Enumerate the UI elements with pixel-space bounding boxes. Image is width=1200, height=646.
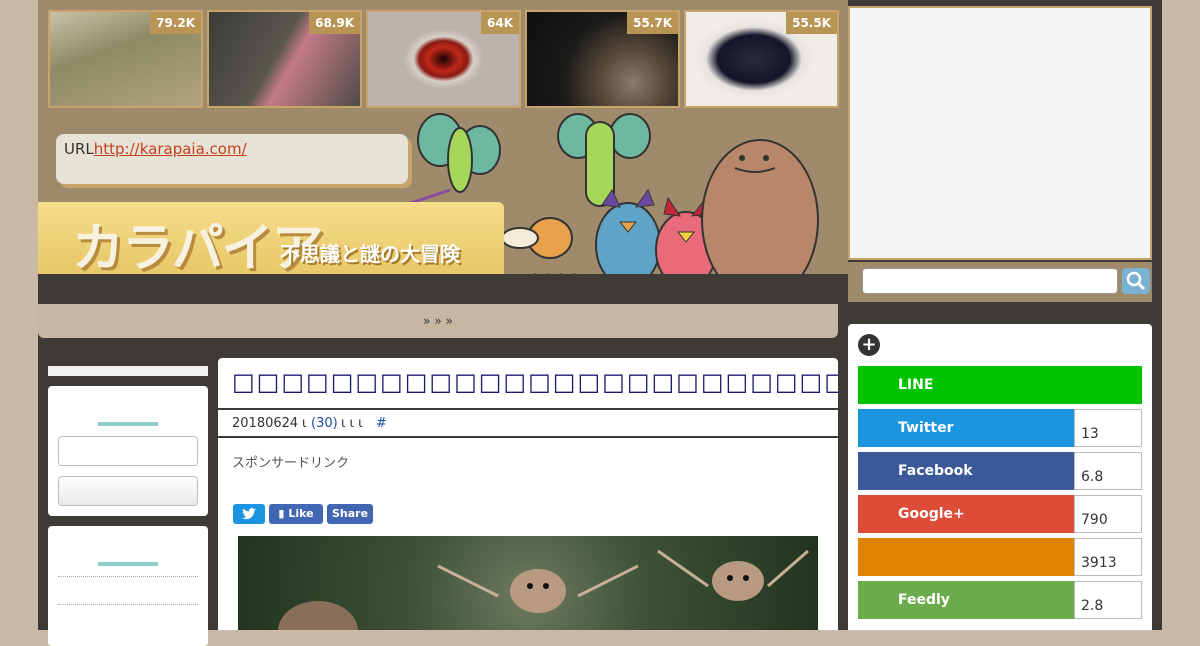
sidebar-list-widget — [48, 526, 208, 646]
feedly-follow-button[interactable]: Feedly — [858, 581, 1074, 619]
spider-photo — [278, 549, 809, 630]
sidebar-top-bar — [48, 366, 208, 376]
url-label: URL — [64, 140, 94, 158]
search-input[interactable] — [862, 268, 1118, 294]
fairy-mascot-icon — [557, 113, 651, 207]
breadcrumb[interactable]: » » » — [38, 304, 838, 338]
plus-icon[interactable]: + — [858, 334, 880, 356]
feedly-follow-count: 2.8 — [1074, 581, 1142, 619]
bookmark-share-count: 3913 — [1074, 538, 1142, 576]
sidebar-search-field[interactable] — [58, 436, 198, 466]
popular-thumb-1[interactable]: 79.2K — [48, 10, 203, 108]
search-icon — [1126, 271, 1146, 291]
widget-accent-line — [98, 422, 158, 426]
twitter-bird-icon — [242, 508, 256, 520]
view-count-badge: 68.9K — [309, 12, 360, 34]
site-url-link[interactable]: http://karapaia.com/ — [94, 140, 247, 158]
article-main-image — [238, 536, 818, 630]
facebook-share-button[interactable]: Share — [327, 504, 373, 524]
like-label: Like — [288, 507, 314, 520]
sidebar-search-button[interactable] — [58, 476, 198, 506]
popular-thumb-2[interactable]: 68.9K — [207, 10, 362, 108]
popular-thumb-4[interactable]: 55.7K — [525, 10, 680, 108]
view-count-badge: 55.5K — [786, 12, 837, 34]
list-divider — [58, 576, 198, 577]
sponsored-link-label: スポンサードリンク — [232, 456, 350, 471]
twitter-share-count: 13 — [1074, 409, 1142, 447]
popular-thumb-3[interactable]: 64K — [366, 10, 521, 108]
list-divider — [58, 604, 198, 605]
article-title[interactable]: □□□□□□□□□□□□□□□□□□□□□□□□□□□□□□□□□□□□□□□ — [232, 368, 838, 396]
article-date: 20180624 — [232, 416, 299, 431]
googleplus-share-count: 790 — [1074, 495, 1142, 533]
url-line: URLhttp://karapaia.com/ — [64, 140, 247, 158]
hashtag-link[interactable]: # — [376, 416, 387, 431]
googleplus-share-button[interactable]: Google+ — [858, 495, 1074, 533]
facebook-share-button-side[interactable]: Facebook — [858, 452, 1074, 490]
comment-count-link[interactable]: (30) — [311, 416, 338, 431]
search-button[interactable] — [1122, 268, 1150, 294]
popular-thumbnails: 79.2K 68.9K 64K 55.7K 55.5K — [48, 10, 839, 108]
thumbs-up-icon: ▮ — [278, 507, 285, 520]
url-box: URLhttp://karapaia.com/ — [56, 134, 408, 184]
tweet-button[interactable] — [233, 504, 265, 524]
line-share-button[interactable]: LINE — [858, 366, 1142, 404]
blue-bird-icon — [595, 188, 661, 288]
bookmark-share-button[interactable] — [858, 538, 1074, 576]
view-count-badge: 64K — [481, 12, 519, 34]
meta-separator: ι — [302, 416, 307, 431]
view-count-badge: 55.7K — [627, 12, 678, 34]
article-meta: 20180624 ι (30) ι ι ι # — [218, 408, 838, 438]
meta-separator: ι ι ι — [341, 416, 363, 431]
article-card: □□□□□□□□□□□□□□□□□□□□□□□□□□□□□□□□□□□□□□□ … — [218, 358, 838, 630]
site-logo[interactable]: カラパイア 不思議と謎の大冒険 — [38, 202, 504, 279]
advertisement-box[interactable] — [848, 6, 1152, 260]
view-count-badge: 79.2K — [150, 12, 201, 34]
header-divider — [38, 274, 848, 304]
facebook-like-button[interactable]: ▮ Like — [269, 504, 323, 524]
facebook-share-count: 6.8 — [1074, 452, 1142, 490]
logo-tagline: 不思議と謎の大冒険 — [280, 242, 460, 266]
share-label: Share — [331, 507, 369, 520]
widget-accent-line — [98, 562, 158, 566]
sidebar-search-widget — [48, 386, 208, 516]
fairy-mascot-icon — [404, 113, 501, 207]
twitter-share-button[interactable]: Twitter — [858, 409, 1074, 447]
popular-thumb-5[interactable]: 55.5K — [684, 10, 839, 108]
